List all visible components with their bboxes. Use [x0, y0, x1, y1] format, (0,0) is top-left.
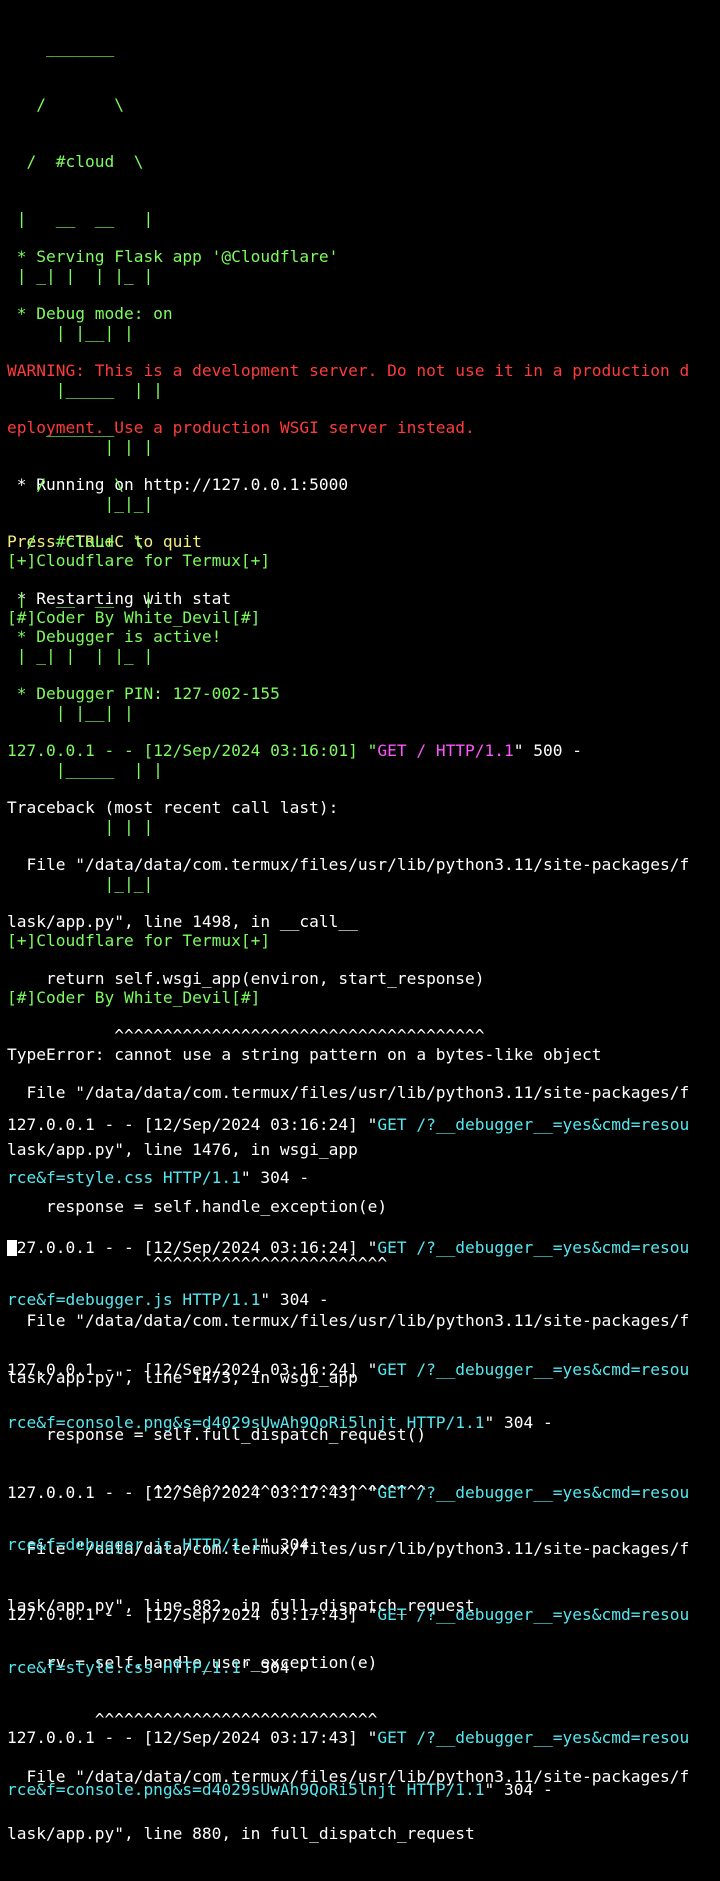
terminal-screen[interactable]: _______ / \ / #cloud \ | __ __ | | _| | …	[0, 0, 720, 1843]
ascii-art-line: / \	[7, 475, 124, 494]
terminal-cursor[interactable]	[7, 1240, 17, 1256]
log-prefix: 127.0.0.1 - - [12/Sep/2024 03:17:43] "	[7, 1727, 378, 1747]
access-log-line: rce&f=style.css HTTP/1.1" 304 -	[7, 1167, 689, 1187]
log-request: rce&f=debugger.js HTTP/1.1	[7, 1290, 261, 1309]
log-prefix: 127.0.0.1 - - [12/Sep/2024 03:17:43] "	[7, 1605, 378, 1624]
access-log-line: rce&f=console.png&s=d4029sUwAh9QoRi5lnjt…	[7, 1781, 689, 1799]
log-request: rce&f=console.png&s=d4029sUwAh9QoRi5lnjt…	[7, 1780, 485, 1799]
log-request: rce&f=console.png&s=d4029sUwAh9QoRi5lnjt…	[7, 1412, 485, 1432]
request-prefix: 127.0.0.1 - - [12/Sep/2024 03:16:01] "	[7, 741, 378, 760]
ascii-art-line: _______	[7, 38, 115, 57]
debugger-pin-line: * Debugger PIN: 127-002-155	[7, 684, 280, 703]
ascii-art-line: / #cloud \	[7, 152, 144, 171]
log-request: rce&f=style.css HTTP/1.1	[7, 1167, 241, 1187]
log-status: " 304 -	[260, 1290, 329, 1309]
access-log-line: 127.0.0.1 - - [12/Sep/2024 03:16:24] "GE…	[7, 1116, 689, 1134]
log-request: GET /?__debugger__=yes&cmd=resou	[377, 1237, 690, 1257]
log-request: GET /?__debugger__=yes&cmd=resou	[377, 1605, 690, 1624]
log-status: " 304 -	[484, 1412, 553, 1432]
access-log-line: 127.0.0.1 - - [12/Sep/2024 03:17:43] "GE…	[7, 1727, 690, 1747]
access-log-line: 127.0.0.1 - - [12/Sep/2024 03:16:24] "GE…	[7, 1237, 690, 1257]
traceback-line: lask/app.py", line 1498, in __call__	[7, 912, 358, 931]
ascii-art-line: / \	[7, 95, 124, 114]
log-request: rce&f=style.css HTTP/1.1	[7, 1657, 241, 1677]
access-log-line: 127.0.0.1 - - [12/Sep/2024 03:17:43] "GE…	[7, 1606, 689, 1624]
log-status: " 304 -	[484, 1780, 553, 1799]
access-log-line: 127.0.0.1 - - [12/Sep/2024 03:17:43] "GE…	[7, 1482, 690, 1502]
traceback-line: Traceback (most recent call last):	[7, 798, 339, 817]
log-status: " 304 -	[260, 1535, 329, 1554]
request-method-path: GET / HTTP/1.1	[377, 741, 514, 760]
ascii-art-line: / #cloud \	[7, 532, 144, 551]
log-prefix: 127.0.0.1 - - [12/Sep/2024 03:16:24] "	[7, 1115, 378, 1134]
serving-app-line: * Serving Flask app '@Cloudflare'	[7, 247, 339, 266]
log-request: rce&f=debugger.js HTTP/1.1	[7, 1535, 261, 1554]
traceback-line: return self.wsgi_app(environ, start_resp…	[7, 969, 485, 988]
access-log-line: rce&f=console.png&s=d4029sUwAh9QoRi5lnjt…	[7, 1412, 689, 1432]
warning-line: WARNING: This is a development server. D…	[7, 361, 690, 380]
access-log-line: 127.0.0.1 - - [12/Sep/2024 03:16:24] "GE…	[7, 1361, 689, 1379]
log-prefix: 127.0.0.1 - - [12/Sep/2024 03:16:24] "	[7, 1237, 378, 1257]
log-request: GET /?__debugger__=yes&cmd=resou	[377, 1727, 690, 1747]
log-status: " 304 -	[240, 1657, 310, 1677]
log-request: GET /?__debugger__=yes&cmd=resou	[377, 1115, 690, 1134]
log-request: GET /?__debugger__=yes&cmd=resou	[377, 1360, 690, 1379]
traceback-line: File "/data/data/com.termux/files/usr/li…	[7, 855, 690, 874]
type-error-line: TypeError: cannot use a string pattern o…	[7, 1045, 602, 1064]
log-prefix: 127.0.0.1 - - [12/Sep/2024 03:16:24] "	[7, 1360, 378, 1379]
log-prefix: 127.0.0.1 - - [12/Sep/2024 03:17:43] "	[7, 1482, 378, 1502]
debug-mode-line: * Debug mode: on	[7, 304, 173, 323]
log-request: GET /?__debugger__=yes&cmd=resou	[377, 1482, 690, 1502]
access-log: TypeError: cannot use a string pattern o…	[7, 1011, 689, 1834]
log-status: " 304 -	[240, 1167, 310, 1187]
ascii-art-line: _______	[7, 418, 115, 437]
access-log-line: rce&f=style.css HTTP/1.1" 304 -	[7, 1657, 689, 1677]
access-log-line: rce&f=debugger.js HTTP/1.1" 304 -	[7, 1291, 689, 1309]
debugger-active-line: * Debugger is active!	[7, 627, 222, 646]
request-log-line: 127.0.0.1 - - [12/Sep/2024 03:16:01] "GE…	[7, 741, 689, 760]
access-log-line: rce&f=debugger.js HTTP/1.1" 304 -	[7, 1536, 689, 1554]
request-status: " 500 -	[513, 741, 583, 760]
